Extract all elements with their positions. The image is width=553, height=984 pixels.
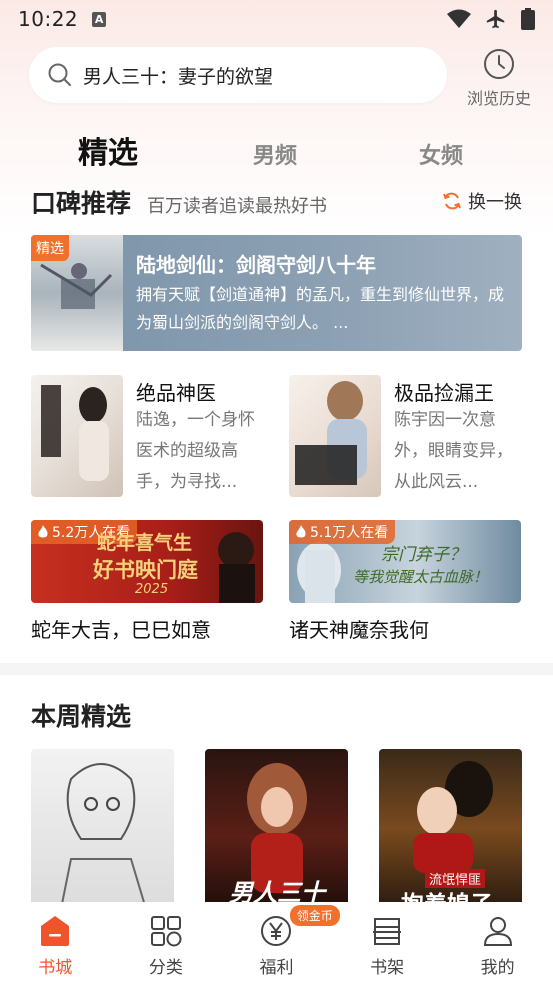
banner-art-text-2: 好书映门庭 (93, 557, 198, 582)
view-count-badge: 5.1万人在看 (289, 520, 396, 544)
channel-tabs: 精选 男频 女频 (0, 124, 553, 174)
profile-icon (483, 917, 512, 946)
tab-male[interactable]: 男频 (253, 138, 297, 170)
tab-female[interactable]: 女频 (419, 138, 463, 170)
cover-art (295, 381, 367, 485)
weekly-title: 本周精选 (31, 702, 132, 731)
section-title: 口碑推荐 (31, 189, 132, 218)
featured-badge: 精选 (31, 235, 69, 261)
banner-art-text-2: 等我觉醒太古血脉！ (353, 568, 489, 586)
featured-description: 拥有天赋【剑道通神】的孟凡，重生到修仙世界，成为蜀山剑派的剑阁守剑人。 ... (136, 285, 505, 332)
notification-a-icon: A (92, 11, 107, 27)
featured-book-card[interactable]: 精选 陆地剑仙：剑阁守剑八十年 拥有天赋【剑道通神】的孟凡，重生到修仙世界，成为… (31, 235, 522, 351)
banner-card[interactable]: 5.2万人在看 蛇年喜气生 好书映门庭 2025 (31, 520, 263, 603)
banner-caption: 蛇年大吉，巳巳如意 (31, 618, 211, 642)
section-divider (0, 663, 553, 675)
nav-label: 我的 (480, 958, 515, 978)
nav-label: 书架 (370, 958, 405, 978)
battery-icon (521, 8, 535, 30)
nav-label: 福利 (259, 958, 294, 978)
search-icon (48, 63, 71, 86)
status-bar: 10:22 A (0, 0, 553, 38)
weekly-book-cover[interactable] (31, 749, 174, 909)
search-input[interactable]: 男人三十：妻子的欲望 (29, 47, 447, 103)
category-icon (150, 916, 182, 947)
wifi-icon (447, 9, 471, 28)
swap-label: 换一换 (468, 192, 522, 213)
refresh-icon (443, 192, 461, 210)
history-label: 浏览历史 (466, 89, 531, 108)
banner-art-text-1: 宗门弃子？ (381, 545, 466, 565)
book-description: 陈宇因一次意外，眼睛变异，从此风云... (394, 410, 513, 492)
bottom-navigation: 书城 分类 福利 领金币 书架 我的 (0, 902, 553, 984)
banner-caption: 诸天神魔奈我何 (289, 618, 429, 642)
view-count: 5.1万人在看 (310, 525, 389, 541)
airplane-mode-icon (486, 9, 505, 29)
book-cover: 精选 (31, 235, 123, 351)
bookshelf-icon (373, 918, 402, 945)
nav-bookstore[interactable]: 书城 (0, 902, 111, 984)
history-button[interactable]: 浏览历史 (459, 47, 539, 109)
nav-label: 书城 (38, 958, 73, 978)
nav-label: 分类 (148, 958, 183, 978)
weekly-book-cover[interactable]: 流氓悍匪 抱着媳子 (379, 749, 522, 909)
flame-icon (296, 525, 306, 538)
book-title: 极品捡漏王 (394, 381, 494, 405)
nav-category[interactable]: 分类 (111, 902, 222, 984)
cover-art (60, 763, 147, 909)
featured-title: 陆地剑仙：剑阁守剑八十年 (136, 253, 376, 277)
nav-welfare[interactable]: 福利 领金币 (221, 902, 340, 984)
book-description: 陆逸，一个身怀医术的超级高手，为寻找... (136, 410, 255, 492)
tab-featured[interactable]: 精选 (78, 128, 138, 172)
book-card[interactable]: 绝品神医 陆逸，一个身怀医术的超级高手，为寻找... (31, 375, 266, 497)
swap-button[interactable]: 换一换 (442, 188, 522, 214)
nav-profile[interactable]: 我的 (442, 902, 553, 984)
bookstore-icon (41, 916, 70, 946)
flame-icon (38, 525, 48, 538)
banner-card[interactable]: 5.1万人在看 宗门弃子？ 等我觉醒太古血脉！ (289, 520, 521, 603)
banner-art-text-3: 2025 (135, 582, 169, 597)
cover-art (41, 385, 109, 481)
clock-icon (484, 49, 514, 79)
book-cover (289, 375, 381, 497)
weekly-book-cover[interactable]: 男人三十 (205, 749, 348, 909)
reputation-header: 口碑推荐 百万读者追读最热好书 (31, 184, 327, 220)
nav-bookshelf[interactable]: 书架 (332, 902, 443, 984)
book-cover (31, 375, 123, 497)
search-row: 男人三十：妻子的欲望 浏览历史 (29, 47, 539, 108)
search-query: 男人三十：妻子的欲望 (83, 65, 274, 88)
status-time: 10:22 (18, 7, 79, 31)
yen-coin-icon (261, 916, 292, 946)
book-card[interactable]: 极品捡漏王 陈宇因一次意外，眼睛变异，从此风云... (289, 375, 524, 497)
section-subtitle: 百万读者追读最热好书 (147, 196, 328, 217)
banner-art-text-1: 蛇年喜气生 (97, 532, 193, 554)
book-title: 绝品神医 (136, 381, 216, 405)
